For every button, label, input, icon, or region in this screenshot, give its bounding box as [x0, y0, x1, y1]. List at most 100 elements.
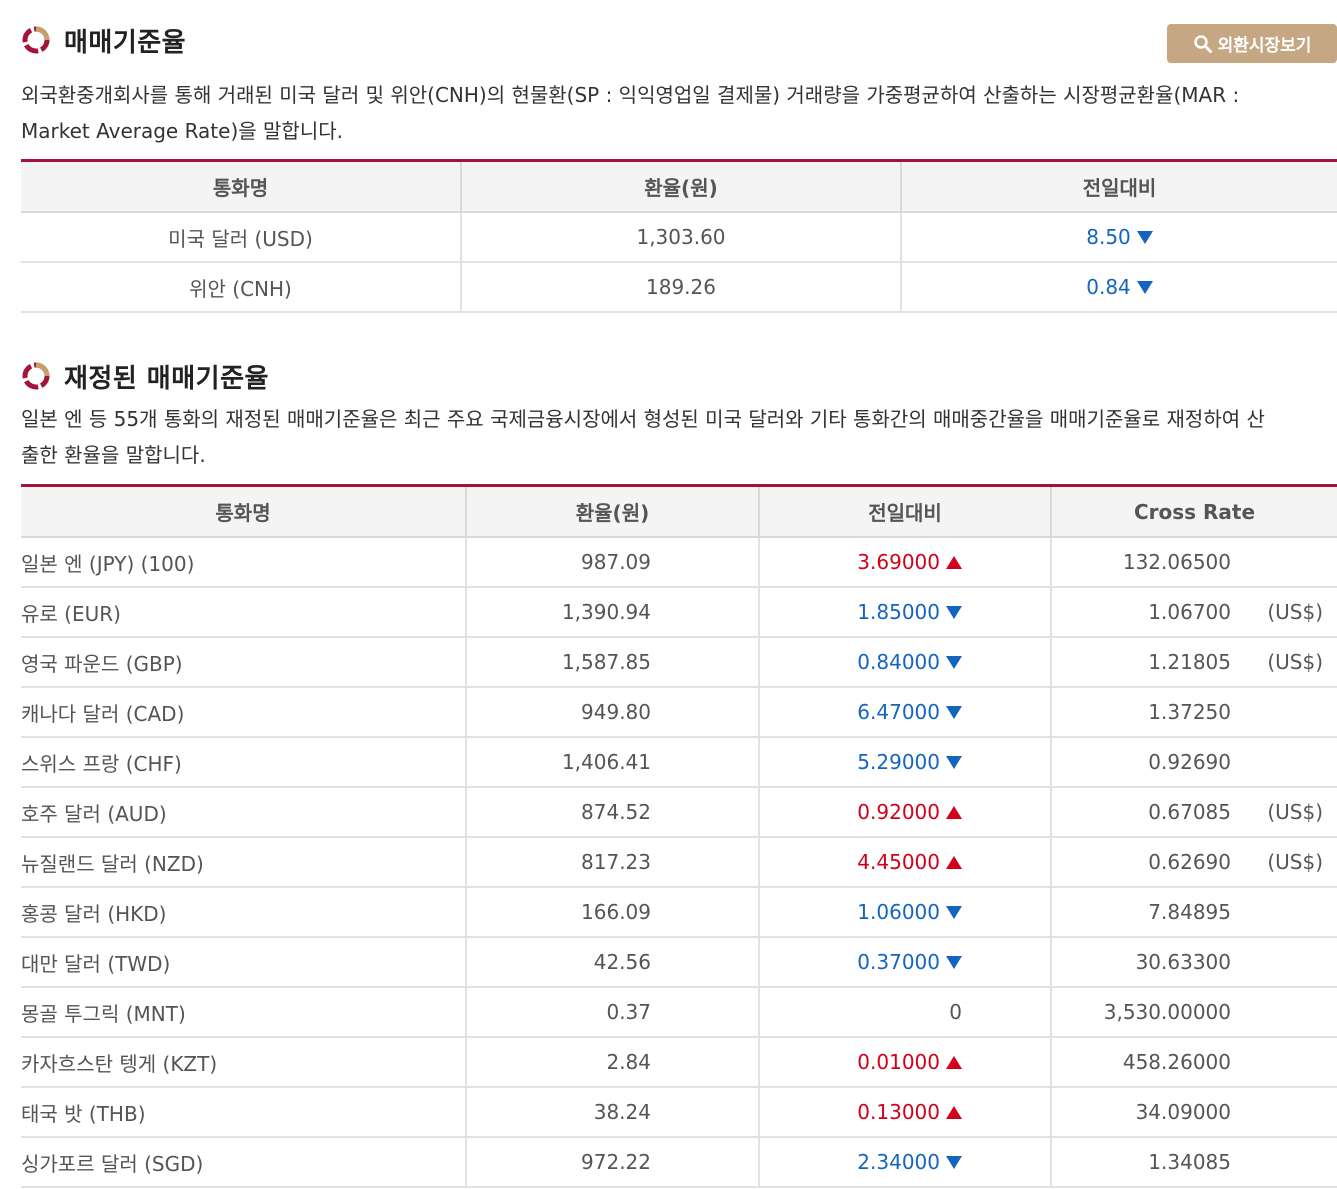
change-cell: 0.92000: [759, 787, 1052, 838]
triangle-down-icon: [1136, 281, 1153, 294]
currency-name-cell: 스위스 프랑 (CHF): [21, 737, 467, 788]
table-row: 캐나다 달러 (CAD) 949.80 6.47000 1.37250: [21, 687, 1337, 738]
rate-cell: 1,406.41: [466, 737, 760, 788]
table-row: 대만 달러 (TWD) 42.56 0.37000 30.63300: [21, 937, 1337, 988]
rate-cell: 987.09: [466, 537, 760, 588]
table-row: 싱가포르 달러 (SGD) 972.22 2.34000 1.34085: [21, 1137, 1337, 1188]
cross-rate-cell: 1.37250: [1051, 687, 1337, 738]
change-cell: 2.34000: [759, 1137, 1052, 1188]
cross-rate-value: 1.37250: [1148, 700, 1231, 724]
currency-name-cell: 위안 (CNH): [21, 262, 462, 313]
cross-rate-value: 1.06700: [1148, 600, 1231, 624]
rate-cell: 874.52: [466, 787, 760, 838]
change-value: 0.84000: [857, 650, 940, 674]
description-line: 외국환중개회사를 통해 거래된 미국 달러 및 위안(CNH)의 현물환(SP …: [21, 83, 1240, 107]
rate-cell: 817.23: [466, 837, 760, 888]
base-rate-description: 외국환중개회사를 통해 거래된 미국 달러 및 위안(CNH)의 현물환(SP …: [21, 77, 1337, 149]
table-row: 영국 파운드 (GBP) 1,587.85 0.84000 1.21805 (US$): [21, 637, 1337, 688]
column-header-change: 전일대비: [759, 485, 1052, 538]
cross-rate-cell: 458.26000: [1051, 1037, 1337, 1088]
cross-rate-value: 30.63300: [1135, 950, 1231, 974]
change-value: 4.45000: [857, 850, 940, 874]
table-row: 미국 달러 (USD) 1,303.60 8.50: [21, 212, 1337, 263]
cross-rate-value: 34.09000: [1135, 1100, 1231, 1124]
rate-cell: 1,587.85: [466, 637, 760, 688]
currency-name-cell: 일본 엔 (JPY) (100): [21, 537, 467, 588]
cross-rate-cell: 0.62690 (US$): [1051, 837, 1337, 888]
table-row: 스위스 프랑 (CHF) 1,406.41 5.29000 0.92690: [21, 737, 1337, 788]
table-row: 홍콩 달러 (HKD) 166.09 1.06000 7.84895: [21, 887, 1337, 938]
rate-cell: 0.37: [466, 987, 760, 1038]
triangle-up-icon: [946, 1056, 962, 1069]
rate-cell: 189.26: [461, 262, 902, 313]
section-title-arbitrated-rate: 재정된 매매기준율: [20, 356, 269, 396]
change-value: 0.13000: [857, 1100, 940, 1124]
triangle-down-icon: [946, 706, 962, 719]
currency-name-cell: 유로 (EUR): [21, 587, 467, 638]
triangle-down-icon: [946, 756, 962, 769]
change-cell: 0: [759, 987, 1052, 1038]
rate-cell: 42.56: [466, 937, 760, 988]
cross-rate-cell: 1.34085: [1051, 1137, 1337, 1188]
rate-cell: 972.22: [466, 1137, 760, 1188]
currency-name-cell: 홍콩 달러 (HKD): [21, 887, 467, 938]
view-fx-market-button[interactable]: 외환시장보기: [1167, 24, 1337, 63]
circle-segments-icon: [22, 26, 50, 54]
cross-rate-cell: 3,530.00000: [1051, 987, 1337, 1038]
change-cell: 5.29000: [759, 737, 1052, 788]
change-value: 6.47000: [857, 700, 940, 724]
description-line: Market Average Rate)을 말합니다.: [21, 119, 343, 143]
triangle-down-icon: [946, 656, 962, 669]
column-header-currency: 통화명: [21, 160, 462, 213]
change-cell: 0.84: [901, 262, 1337, 313]
triangle-up-icon: [946, 806, 962, 819]
change-cell: 0.84000: [759, 637, 1052, 688]
triangle-down-icon: [946, 1156, 962, 1169]
cross-rate-unit: (US$): [1267, 850, 1323, 874]
triangle-up-icon: [946, 1106, 962, 1119]
cross-rate-value: 1.34085: [1148, 1150, 1231, 1174]
section-title-text: 재정된 매매기준율: [64, 363, 269, 394]
arbitrated-rate-description: 일본 엔 등 55개 통화의 재정된 매매기준율은 최근 주요 국제금융시장에서…: [21, 401, 1337, 473]
change-value: 1.06000: [857, 900, 940, 924]
cross-rate-unit: (US$): [1267, 600, 1323, 624]
table-row: 카자흐스탄 텡게 (KZT) 2.84 0.01000 458.26000: [21, 1037, 1337, 1088]
change-value: 3.69000: [857, 550, 940, 574]
cross-rate-value: 0.67085: [1148, 800, 1231, 824]
change-cell: 0.13000: [759, 1087, 1052, 1138]
section-title-base-rate: 매매기준율: [20, 20, 186, 60]
description-line: 일본 엔 등 55개 통화의 재정된 매매기준율은 최근 주요 국제금융시장에서…: [21, 407, 1265, 431]
column-header-rate: 환율(원): [461, 160, 902, 213]
cross-rate-cell: 132.06500: [1051, 537, 1337, 588]
base-rate-table: 통화명 환율(원) 전일대비 미국 달러 (USD) 1,303.60 8.50 위안…: [21, 159, 1337, 313]
rate-cell: 166.09: [466, 887, 760, 938]
table-row: 태국 밧 (THB) 38.24 0.13000 34.09000: [21, 1087, 1337, 1138]
cross-rate-cell: 1.06700 (US$): [1051, 587, 1337, 638]
cross-rate-cell: 30.63300: [1051, 937, 1337, 988]
currency-name-cell: 뉴질랜드 달러 (NZD): [21, 837, 467, 888]
table-row: 위안 (CNH) 189.26 0.84: [21, 262, 1337, 313]
currency-name-cell: 태국 밧 (THB): [21, 1087, 467, 1138]
circle-segments-icon: [22, 362, 50, 390]
change-value: 0.37000: [857, 950, 940, 974]
cross-rate-cell: 34.09000: [1051, 1087, 1337, 1138]
change-value: 0: [949, 1000, 962, 1024]
change-value: 0.92000: [857, 800, 940, 824]
view-fx-market-label: 외환시장보기: [1217, 36, 1312, 56]
table-row: 일본 엔 (JPY) (100) 987.09 3.69000 132.06500: [21, 537, 1337, 588]
cross-rate-value: 458.26000: [1122, 1050, 1231, 1074]
cross-rate-cell: 0.92690: [1051, 737, 1337, 788]
change-cell: 1.06000: [759, 887, 1052, 938]
currency-name-cell: 미국 달러 (USD): [21, 212, 462, 263]
currency-name-cell: 대만 달러 (TWD): [21, 937, 467, 988]
currency-name-cell: 영국 파운드 (GBP): [21, 637, 467, 688]
change-value: 0.84: [1086, 275, 1131, 299]
currency-name-cell: 캐나다 달러 (CAD): [21, 687, 467, 738]
cross-rate-cell: 7.84895: [1051, 887, 1337, 938]
currency-name-cell: 호주 달러 (AUD): [21, 787, 467, 838]
column-header-cross-rate: Cross Rate: [1051, 485, 1337, 538]
triangle-down-icon: [946, 606, 962, 619]
table-row: 호주 달러 (AUD) 874.52 0.92000 0.67085 (US$): [21, 787, 1337, 838]
change-value: 5.29000: [857, 750, 940, 774]
change-cell: 3.69000: [759, 537, 1052, 588]
